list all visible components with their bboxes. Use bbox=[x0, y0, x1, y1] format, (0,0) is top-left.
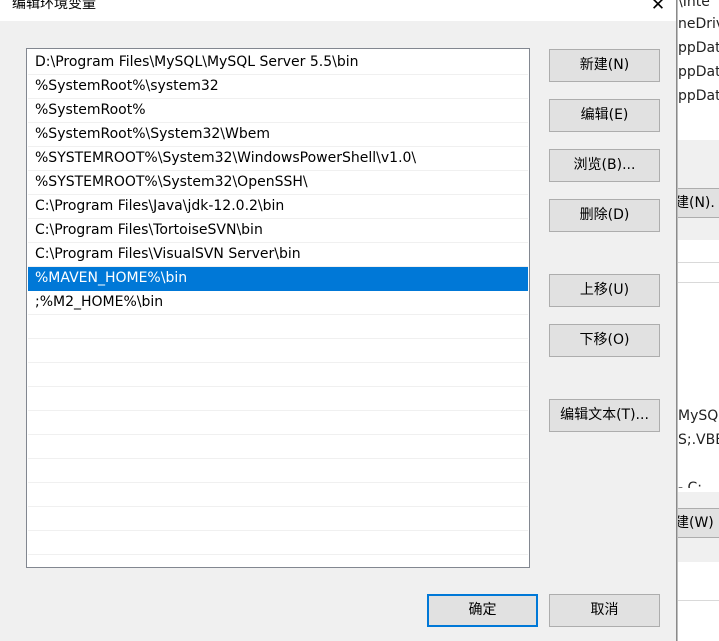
empty-list-row bbox=[28, 315, 528, 339]
background-text: MySQ bbox=[678, 408, 719, 424]
empty-list-row bbox=[28, 459, 528, 483]
path-list[interactable]: D:\Program Files\MySQL\MySQL Server 5.5\… bbox=[26, 48, 530, 568]
title-bar: 编辑环境变量 ✕ bbox=[0, 0, 676, 21]
path-list-item[interactable]: ;%M2_HOME%\bin bbox=[28, 291, 528, 315]
edit-text-button[interactable]: 编辑文本(T)... bbox=[549, 399, 660, 432]
new-button[interactable]: 新建(N) bbox=[549, 49, 660, 82]
background-text: ppDat bbox=[678, 40, 719, 56]
delete-button[interactable]: 删除(D) bbox=[549, 199, 660, 232]
path-list-item[interactable]: D:\Program Files\MySQL\MySQL Server 5.5\… bbox=[28, 51, 528, 75]
cancel-button[interactable]: 取消 bbox=[549, 594, 660, 627]
path-list-item-selected[interactable]: %MAVEN_HOME%\bin bbox=[28, 267, 528, 291]
background-text: - C: bbox=[678, 480, 702, 488]
empty-list-row bbox=[28, 531, 528, 555]
background-text: neDriv bbox=[678, 16, 719, 32]
background-new-button[interactable]: 建(N). bbox=[678, 188, 719, 218]
empty-list-row bbox=[28, 387, 528, 411]
browse-button[interactable]: 浏览(B)... bbox=[549, 149, 660, 182]
path-list-item[interactable]: %SystemRoot%\system32 bbox=[28, 75, 528, 99]
empty-list-row bbox=[28, 363, 528, 387]
empty-list-row bbox=[28, 411, 528, 435]
edit-button[interactable]: 编辑(E) bbox=[549, 99, 660, 132]
move-up-button[interactable]: 上移(U) bbox=[549, 274, 660, 307]
empty-list-row bbox=[28, 483, 528, 507]
empty-list-row bbox=[28, 339, 528, 363]
move-down-button[interactable]: 下移(O) bbox=[549, 324, 660, 357]
background-text: S;.VBE bbox=[678, 432, 719, 448]
path-list-item[interactable]: C:\Program Files\Java\jdk-12.0.2\bin bbox=[28, 195, 528, 219]
ok-button[interactable]: 确定 bbox=[427, 594, 538, 627]
dialog-title: 编辑环境变量 bbox=[12, 0, 96, 12]
background-text: ppDat bbox=[678, 88, 719, 104]
empty-list-row bbox=[28, 435, 528, 459]
path-list-item[interactable]: %SystemRoot%\System32\Wbem bbox=[28, 123, 528, 147]
path-list-item[interactable]: %SystemRoot% bbox=[28, 99, 528, 123]
edit-env-variable-dialog: 编辑环境变量 ✕ D:\Program Files\MySQL\MySQL Se… bbox=[0, 0, 677, 641]
path-list-item[interactable]: C:\Program Files\TortoiseSVN\bin bbox=[28, 219, 528, 243]
background-text: ppDat bbox=[678, 64, 719, 80]
path-list-item[interactable]: %SYSTEMROOT%\System32\OpenSSH\ bbox=[28, 171, 528, 195]
background-window: \Inte neDriv ppDat ppDat ppDat 建(N). MyS… bbox=[677, 0, 719, 641]
path-list-item[interactable]: %SYSTEMROOT%\System32\WindowsPowerShell\… bbox=[28, 147, 528, 171]
background-text: \Inte bbox=[678, 0, 710, 10]
background-new-w-button[interactable]: 建(W) bbox=[678, 508, 719, 538]
path-list-item[interactable]: C:\Program Files\VisualSVN Server\bin bbox=[28, 243, 528, 267]
close-icon[interactable]: ✕ bbox=[640, 0, 676, 20]
empty-list-row bbox=[28, 507, 528, 531]
